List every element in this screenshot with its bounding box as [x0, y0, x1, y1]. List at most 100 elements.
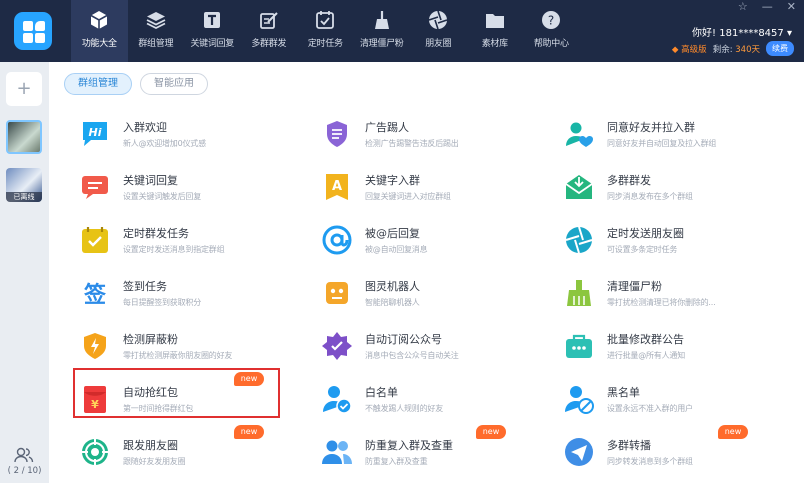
account-avatar-offline[interactable]: 已离线	[6, 168, 42, 202]
account-avatar-active[interactable]	[6, 120, 42, 154]
remaining-label: 剩余:	[712, 44, 736, 55]
user-account[interactable]: 你好! 181****8457 ▾	[692, 24, 792, 39]
feature-item[interactable]: 批量修改群公告 进行批量@所有人通知	[557, 324, 787, 372]
feature-item[interactable]: 同意好友并拉入群 同意好友并自动回复及拉入群组	[557, 112, 787, 160]
highlight-box	[73, 368, 280, 418]
feature-item[interactable]: 签 签到任务 每日提醒签到获取积分	[73, 271, 303, 319]
feature-title: 黑名单	[607, 386, 640, 399]
nav-item-0[interactable]: 功能大全	[71, 0, 128, 62]
chat-lines-icon	[82, 176, 108, 199]
feature-item[interactable]: 被@后回复 被@自动回复消息	[315, 218, 545, 266]
edit-icon	[259, 12, 278, 29]
nav-item-2[interactable]: 关键词回复	[184, 0, 241, 62]
feature-title: 关键词回复	[123, 174, 178, 187]
feature-item[interactable]: 防重复入群及查重 防重复入群及查重	[315, 430, 545, 478]
pin-icon[interactable]: ☆	[738, 0, 748, 13]
feature-desc: 被@自动回复消息	[365, 245, 428, 254]
nav-item-5[interactable]: 清理僵尸粉	[354, 0, 411, 62]
feature-item[interactable]: 定时群发任务 设置定时发送消息到指定群组	[73, 218, 303, 266]
feature-desc: 可设置多条定时任务	[607, 245, 678, 254]
nav-item-7[interactable]: 素材库	[467, 0, 524, 62]
nav-item-6[interactable]: 朋友圈	[410, 0, 467, 62]
user-block-icon	[565, 386, 594, 414]
feature-title: 多群群发	[607, 174, 651, 187]
user-check-icon	[323, 386, 352, 414]
broom-icon	[374, 11, 389, 29]
chevron-down-icon[interactable]: ▾	[787, 28, 792, 39]
feature-desc: 智能陪聊机器人	[365, 298, 420, 307]
nav-item-label: 清理僵尸粉	[359, 39, 404, 49]
feature-item[interactable]: 检测屏蔽粉 零打扰检测屏蔽你朋友圈的好友	[73, 324, 303, 372]
offline-label: 已离线	[6, 192, 42, 202]
feature-desc: 同步消息发布在多个群组	[607, 192, 693, 201]
nav-item-3[interactable]: 多群群发	[241, 0, 298, 62]
users-icon	[322, 440, 352, 464]
feature-desc: 防重复入群及查重	[365, 457, 428, 466]
feature-title: 定时发送朋友圈	[607, 227, 684, 240]
calendar-check-icon	[82, 227, 108, 253]
feature-item[interactable]: 自动订阅公众号 消息中包含公众号自动关注	[315, 324, 545, 372]
feature-title: 清理僵尸粉	[607, 280, 662, 293]
aperture-icon	[428, 10, 448, 30]
feature-item[interactable]: A 关键字入群 回复关键词进入对应群组	[315, 165, 545, 213]
account-count: ( 2 / 10)	[7, 466, 42, 476]
feature-item[interactable]: 多群群发 同步消息发布在多个群组	[557, 165, 787, 213]
feature-title: 防重复入群及查重	[365, 439, 453, 452]
feature-item[interactable]: 图灵机器人 智能陪聊机器人	[315, 271, 545, 319]
feature-title: 批量修改群公告	[607, 333, 684, 346]
feature-title: 自动订阅公众号	[365, 333, 442, 346]
feature-title: 白名单	[365, 386, 398, 399]
tab-bar: 群组管理 智能应用	[64, 73, 208, 95]
tab-1[interactable]: 智能应用	[140, 73, 208, 95]
feature-item[interactable]: 广告踢人 检测广告踢警告违反后踢出	[315, 112, 545, 160]
renew-button[interactable]: 续费	[766, 41, 794, 56]
feature-item[interactable]: 跟发朋友圈 跟随好友发朋友圈	[73, 430, 303, 478]
feature-title: 被@后回复	[365, 227, 420, 240]
layers-icon	[146, 12, 166, 30]
at-sign-icon	[322, 225, 352, 255]
feature-desc: 设置关键词触发后回复	[123, 192, 201, 201]
nav-item-label: 帮助中心	[533, 39, 569, 49]
user-heart-icon	[566, 122, 593, 147]
bag-icon	[566, 334, 592, 358]
user-greeting: 你好! 181****8457	[692, 28, 784, 39]
feature-title: 定时群发任务	[123, 227, 189, 240]
feature-item[interactable]: 多群转播 同步转发消息到多个群组	[557, 430, 787, 478]
nav-item-1[interactable]: 群组管理	[128, 0, 185, 62]
feature-item[interactable]: 黑名单 设置永远不准入群的用户	[557, 377, 787, 425]
nav-item-label: 朋友圈	[425, 39, 452, 49]
accounts-icon[interactable]	[14, 446, 34, 464]
calendar-check-icon	[316, 11, 335, 29]
svg-text:A: A	[332, 179, 342, 194]
feature-desc: 零打扰检测屏蔽你朋友圈的好友	[123, 351, 233, 360]
close-button[interactable]: ✕	[787, 0, 796, 13]
target-icon	[80, 437, 110, 467]
feature-item[interactable]: 定时发送朋友圈 可设置多条定时任务	[557, 218, 787, 266]
main-nav: 功能大全 群组管理 关键词回复 多群群发 定时任务 清理僵尸粉 朋友圈 素材库? 帮助中心	[71, 0, 580, 62]
minimize-button[interactable]: —	[762, 0, 773, 13]
feature-desc: 新人@欢迎增加0仪式感	[123, 139, 206, 148]
feature-title: 广告踢人	[365, 121, 409, 134]
remaining-value: 340天	[735, 44, 760, 55]
add-account-button[interactable]: +	[6, 72, 42, 106]
feature-desc: 消息中包含公众号自动关注	[365, 351, 459, 360]
nav-item-8[interactable]: ? 帮助中心	[523, 0, 580, 62]
top-bar: 功能大全 群组管理 关键词回复 多群群发 定时任务 清理僵尸粉 朋友圈 素材库? 帮助中心 ☆ …	[0, 0, 804, 62]
nav-item-label: 关键词回复	[190, 39, 234, 49]
tab-0[interactable]: 群组管理	[64, 73, 132, 95]
cube-icon	[90, 11, 108, 29]
feature-item[interactable]: 清理僵尸粉 零打扰检测清理已将你删除的...	[557, 271, 787, 319]
feature-title: 关键字入群	[365, 174, 420, 187]
nav-item-4[interactable]: 定时任务	[297, 0, 354, 62]
feature-item[interactable]: 关键词回复 设置关键词触发后回复	[73, 165, 303, 213]
shield-lightning-icon	[84, 333, 106, 359]
mail-open-icon	[565, 175, 593, 199]
feature-item[interactable]: 白名单 不触发踢人规则的好友	[315, 377, 545, 425]
feature-desc: 不触发踢人规则的好友	[365, 404, 443, 413]
feature-item[interactable]: Hi 入群欢迎 新人@欢迎增加0仪式感	[73, 112, 303, 160]
sign-char-icon: 签	[83, 282, 107, 308]
feature-title: 跟发朋友圈	[123, 439, 178, 452]
folder-icon	[485, 14, 504, 28]
new-badge: new	[234, 425, 264, 439]
send-icon	[565, 438, 593, 466]
